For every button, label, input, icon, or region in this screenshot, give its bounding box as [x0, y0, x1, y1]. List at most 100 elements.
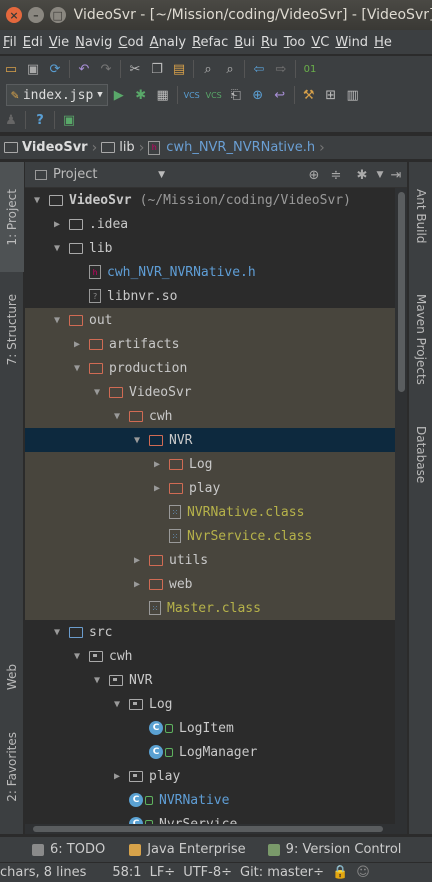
tab-ant-build[interactable]: Ant Build [409, 168, 432, 264]
collapsed-arrow-icon[interactable]: ▶ [151, 482, 163, 494]
expanded-arrow-icon[interactable]: ▼ [51, 314, 63, 326]
replace-icon[interactable]: ⌕ [219, 58, 241, 80]
expanded-arrow-icon[interactable]: ▼ [131, 434, 143, 446]
undo-icon[interactable]: ↶ [73, 58, 95, 80]
android-icon[interactable]: ♟ [0, 109, 22, 131]
status-line-separator[interactable]: LF÷ [150, 865, 176, 880]
hide-panel-icon[interactable]: ⇥ [387, 166, 405, 184]
cut-icon[interactable]: ✂ [124, 58, 146, 80]
menu-item[interactable]: Edi [20, 35, 46, 50]
tree-row[interactable]: ▼ cwh [25, 404, 395, 428]
inspector-icon[interactable]: ☺ [356, 865, 370, 880]
horizontal-scrollbar[interactable] [25, 824, 407, 834]
forward-icon[interactable]: ⇨ [270, 58, 292, 80]
settings-wrench-icon[interactable]: ⚒ [298, 84, 320, 106]
tree-row[interactable]: ▼ out [25, 308, 395, 332]
make-project-icon[interactable]: 01 [299, 58, 321, 80]
collapsed-arrow-icon[interactable]: ▶ [131, 578, 143, 590]
collapse-all-icon[interactable]: ≑ [327, 166, 345, 184]
expanded-arrow-icon[interactable]: ▼ [71, 362, 83, 374]
menu-item[interactable]: He [371, 35, 395, 50]
tree-row[interactable]: ▼ lib [25, 236, 395, 260]
tree-row[interactable]: ▼ VideoSvr [25, 380, 395, 404]
tree-row[interactable]: ▶ play [25, 476, 395, 500]
tree-row[interactable]: C NVRNative [25, 788, 395, 812]
find-icon[interactable]: ⌕ [197, 58, 219, 80]
back-icon[interactable]: ⇦ [248, 58, 270, 80]
menu-item[interactable]: Too [281, 35, 309, 50]
run-configuration-select[interactable]: ✎ index.jsp ▼ [6, 84, 108, 106]
menu-item[interactable]: Vie [46, 35, 72, 50]
tree-row[interactable]: C LogManager [25, 740, 395, 764]
redo-icon[interactable]: ↷ [95, 58, 117, 80]
tree-row[interactable]: ▶ play [25, 764, 395, 788]
scrollbar-thumb[interactable] [398, 192, 405, 392]
tab-version-control[interactable]: 9: Version Control [267, 842, 401, 857]
collapsed-arrow-icon[interactable]: ▶ [131, 554, 143, 566]
menu-item[interactable]: Refac [189, 35, 231, 50]
tree-row[interactable]: C LogItem [25, 716, 395, 740]
menu-item[interactable]: VC [308, 35, 332, 50]
tree-row[interactable]: ⁙ NVRNative.class [25, 500, 395, 524]
expanded-arrow-icon[interactable]: ▼ [51, 626, 63, 638]
scrollbar-thumb[interactable] [33, 826, 383, 832]
expanded-arrow-icon[interactable]: ▼ [111, 698, 123, 710]
expanded-arrow-icon[interactable]: ▼ [51, 242, 63, 254]
tree-row[interactable]: ▼ src [25, 620, 395, 644]
menu-item[interactable]: Fil [0, 35, 20, 50]
tab-favorites[interactable]: 2: Favorites [0, 712, 24, 822]
vcs-update-icon[interactable]: VCS [181, 84, 203, 106]
run-icon[interactable]: ▶ [108, 84, 130, 106]
help-icon[interactable]: ? [29, 109, 51, 131]
expanded-arrow-icon[interactable]: ▼ [31, 194, 43, 206]
menu-item[interactable]: Ru [258, 35, 281, 50]
status-git-branch[interactable]: Git: master÷ [240, 865, 324, 880]
sdk-icon[interactable]: ▥ [342, 84, 364, 106]
tree-row[interactable]: ▶ web [25, 572, 395, 596]
collapsed-arrow-icon[interactable]: ▶ [151, 458, 163, 470]
vertical-scrollbar[interactable] [395, 188, 407, 824]
tree-row[interactable]: ▼ production [25, 356, 395, 380]
tree-row[interactable]: ? libnvr.so [25, 284, 395, 308]
paste-icon[interactable]: ▤ [168, 58, 190, 80]
tree-row[interactable]: ▼ VideoSvr (~/Mission/coding/VideoSvr) [25, 188, 395, 212]
tree-row[interactable]: ▼ cwh [25, 644, 395, 668]
menu-item[interactable]: Bui [231, 35, 258, 50]
tab-maven-projects[interactable]: Maven Projects [409, 274, 432, 404]
scroll-from-source-icon[interactable]: ⊕ [305, 166, 323, 184]
tab-database[interactable]: Database [409, 412, 432, 498]
project-view-select[interactable]: Project ▼ [35, 167, 165, 182]
tree-row[interactable]: ▶ utils [25, 548, 395, 572]
breadcrumb-lib[interactable]: lib [97, 140, 138, 155]
tree-row[interactable]: ▼ Log [25, 692, 395, 716]
tab-structure[interactable]: 7: Structure [0, 282, 24, 378]
coverage-icon[interactable]: ▦ [152, 84, 174, 106]
tree-row[interactable]: ▼ NVR [25, 428, 395, 452]
collapsed-arrow-icon[interactable]: ▶ [71, 338, 83, 350]
debug-icon[interactable]: ✱ [130, 84, 152, 106]
expanded-arrow-icon[interactable]: ▼ [111, 410, 123, 422]
open-folder-icon[interactable]: ▭ [0, 58, 22, 80]
lock-icon[interactable]: 🔒 [332, 865, 348, 880]
tree-row[interactable]: h cwh_NVR_NVRNative.h [25, 260, 395, 284]
tab-project[interactable]: 1: Project [0, 162, 24, 272]
maximize-window-button[interactable]: □ [49, 7, 66, 23]
breadcrumb-project[interactable]: VideoSvr [0, 140, 92, 155]
expanded-arrow-icon[interactable]: ▼ [91, 674, 103, 686]
menu-item[interactable]: Wind [332, 35, 371, 50]
menu-item[interactable]: Navig [72, 35, 115, 50]
menu-item[interactable]: Analy [147, 35, 189, 50]
tree-row[interactable]: ▶ .idea [25, 212, 395, 236]
tab-java-enterprise[interactable]: Java Enterprise [129, 842, 246, 857]
gear-icon[interactable]: ✱ [353, 166, 371, 184]
collapsed-arrow-icon[interactable]: ▶ [51, 218, 63, 230]
copy-icon[interactable]: ❐ [146, 58, 168, 80]
vcs-history-icon[interactable]: ⊕ [247, 84, 269, 106]
status-encoding[interactable]: UTF-8÷ [183, 865, 232, 880]
minimize-window-button[interactable]: – [27, 7, 44, 23]
tree-row[interactable]: ⁙ NvrService.class [25, 524, 395, 548]
tab-web[interactable]: Web [0, 652, 24, 702]
menu-item[interactable]: Cod [115, 35, 146, 50]
tree-row[interactable]: ▶ Log [25, 452, 395, 476]
project-structure-icon[interactable]: ⊞ [320, 84, 342, 106]
